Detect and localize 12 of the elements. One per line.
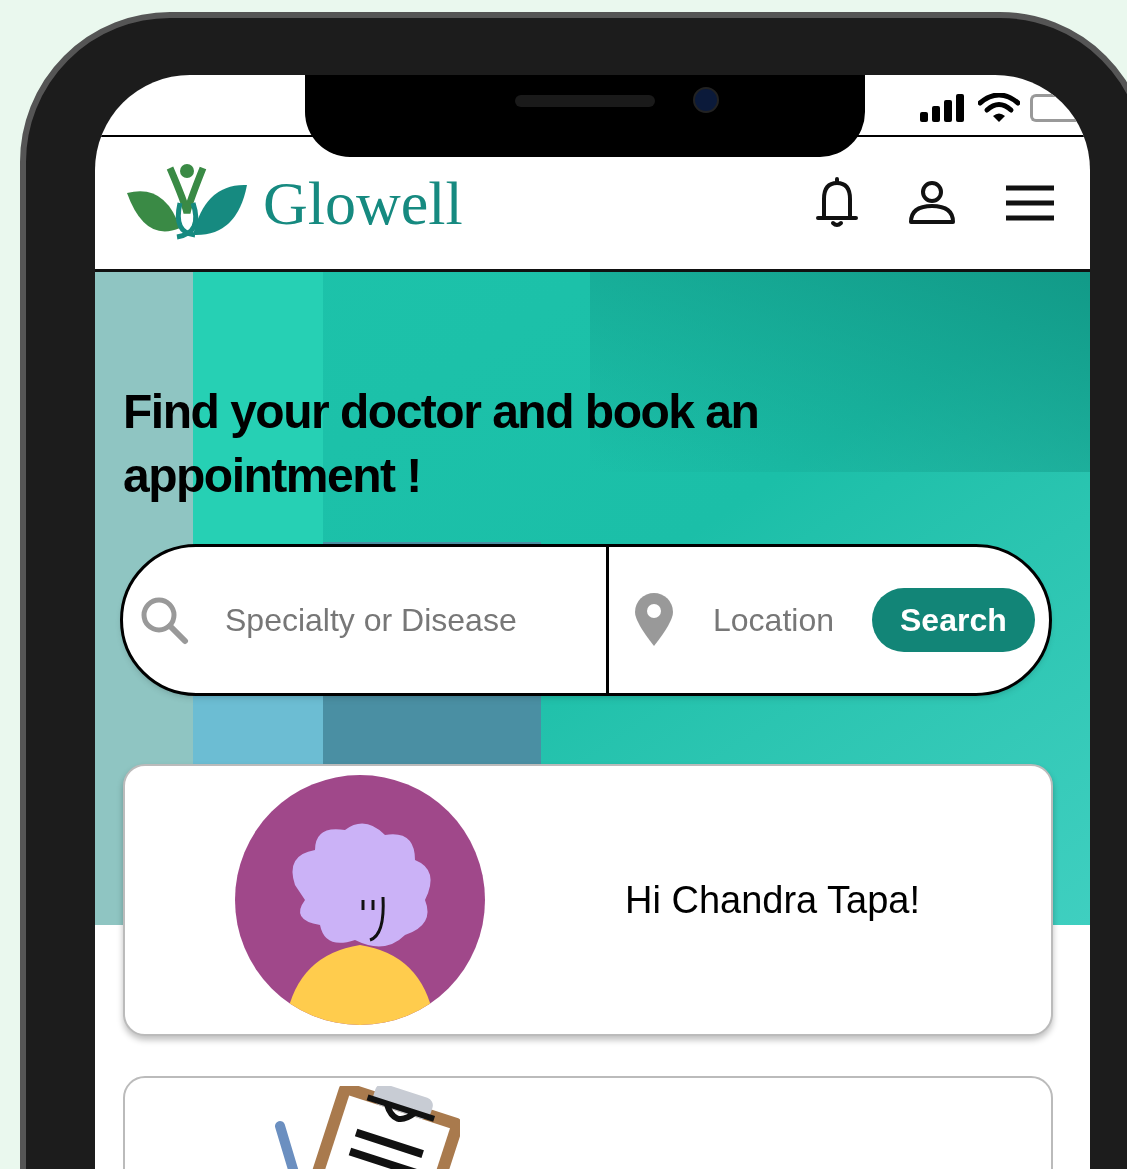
location-pin-icon <box>633 592 675 648</box>
location-field[interactable]: Location <box>713 596 858 644</box>
search-icon <box>139 595 189 645</box>
bell-icon[interactable] <box>814 177 860 229</box>
specialty-field[interactable]: Specialty or Disease <box>225 596 585 644</box>
menu-icon[interactable] <box>1004 184 1056 222</box>
user-icon[interactable] <box>908 180 956 226</box>
wifi-icon <box>978 93 1020 123</box>
app-name: Glowell <box>263 172 463 234</box>
hero-heading: Find your doctor and book an appointment ! <box>123 384 760 504</box>
search-button[interactable]: Search <box>872 588 1035 652</box>
greeting-text: Hi Chandra Tapa! <box>625 877 921 923</box>
